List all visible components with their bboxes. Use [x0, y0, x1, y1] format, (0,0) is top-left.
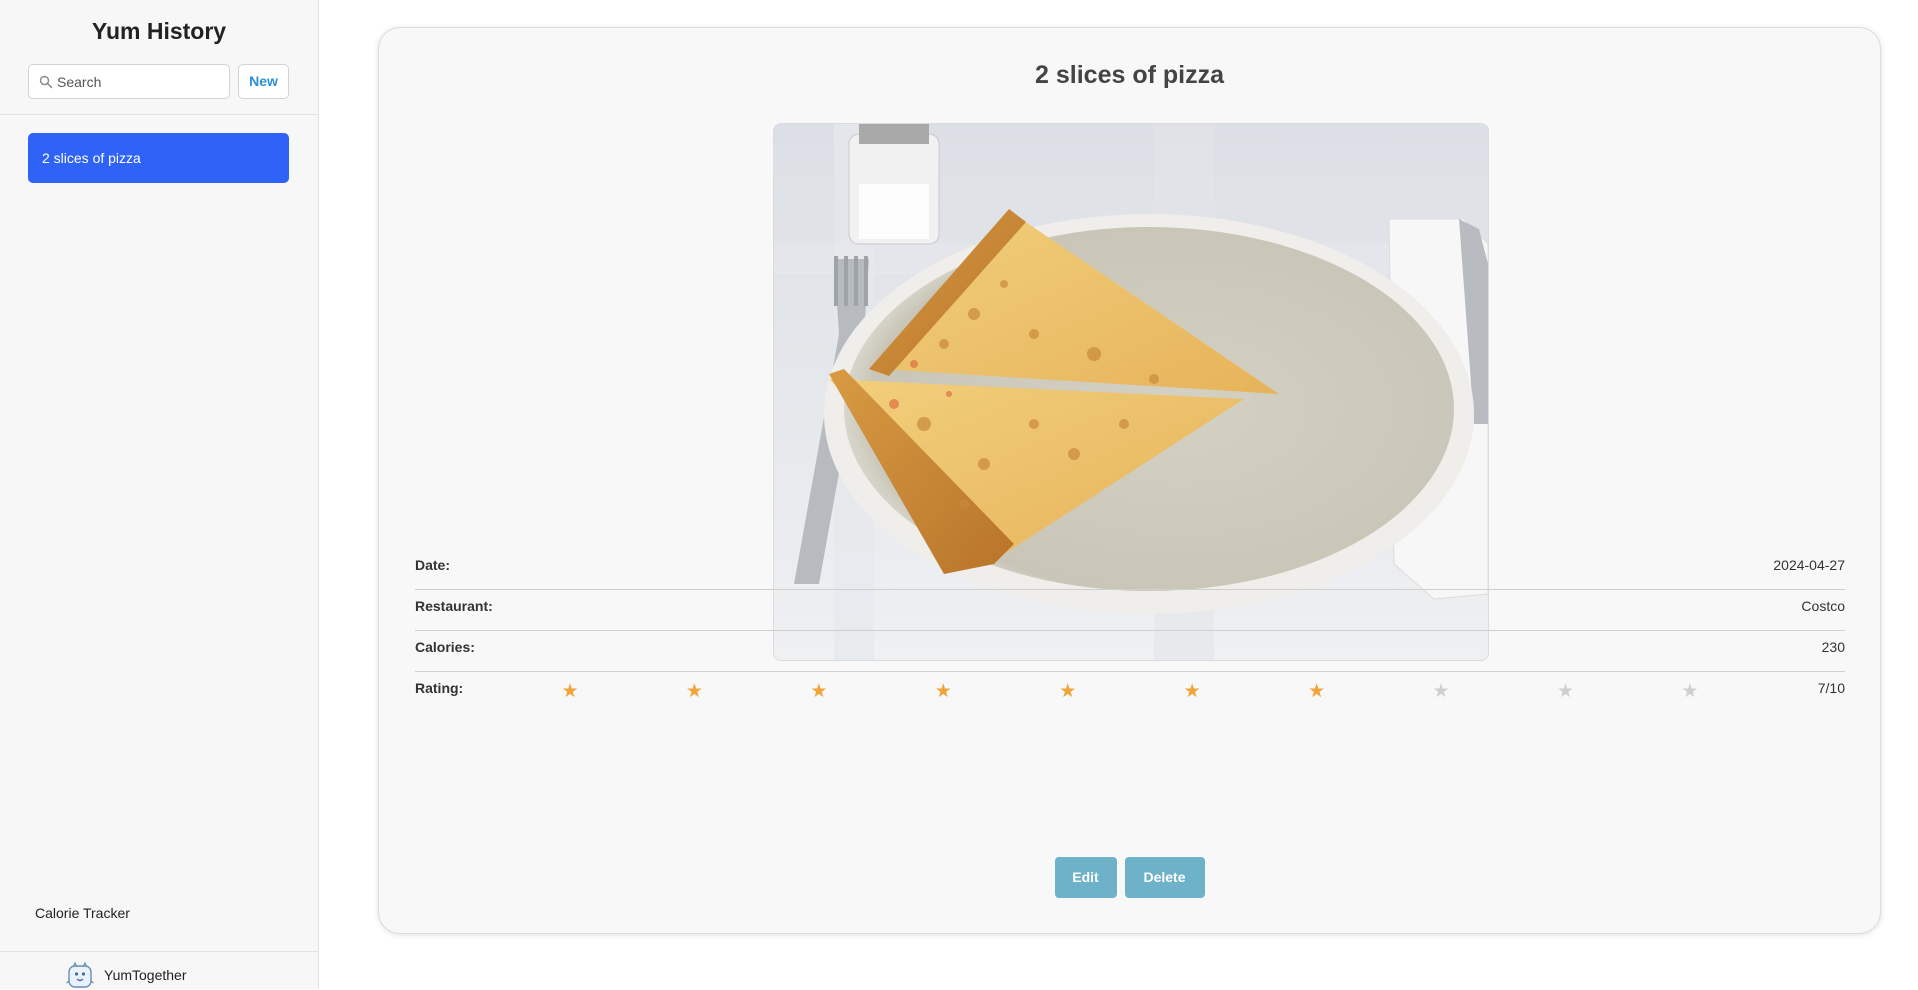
detail-row-restaurant: Restaurant: Costco — [415, 590, 1845, 631]
calories-label: Calories: — [415, 639, 475, 655]
star-icon: ★ — [1556, 681, 1575, 702]
yumtogether-logo-icon — [66, 961, 94, 988]
brand[interactable]: YumTogether — [66, 960, 187, 990]
rating-stars: ★ ★ ★ ★ ★ ★ ★ ★ ★ ★ — [555, 682, 1705, 702]
star-icon: ★ — [1059, 681, 1077, 702]
restaurant-value: Costco — [1801, 598, 1845, 614]
search-input[interactable] — [57, 65, 225, 98]
star-icon: ★ — [810, 681, 828, 702]
star-icon: ★ — [561, 681, 579, 702]
calories-value: 230 — [1821, 639, 1845, 655]
date-label: Date: — [415, 557, 451, 573]
delete-button[interactable]: Delete — [1124, 857, 1205, 898]
restaurant-label: Restaurant: — [415, 598, 493, 614]
star-icon: ★ — [1183, 681, 1201, 702]
star-icon: ★ — [1308, 681, 1326, 702]
sidebar: Yum History New 2 slices of pizza Calori… — [0, 0, 319, 989]
entry-card: 2 slices of pizza Date: 2024-04-27 Resta… — [378, 27, 1881, 934]
calorie-tracker-link[interactable]: Calorie Tracker — [35, 905, 130, 921]
detail-row-calories: Calories: 230 — [415, 631, 1845, 672]
rating-value: 7/10 — [1817, 680, 1845, 696]
new-button[interactable]: New — [238, 64, 289, 99]
star-icon: ★ — [685, 681, 703, 702]
sidebar-bottom-divider — [0, 951, 318, 952]
brand-name: YumTogether — [104, 967, 187, 983]
star-icon: ★ — [1432, 681, 1450, 702]
rating-label: Rating: — [415, 680, 464, 696]
sidebar-title: Yum History — [91, 18, 227, 44]
entry-actions: Edit Delete — [379, 857, 1880, 898]
search-box[interactable] — [28, 64, 230, 99]
star-icon: ★ — [1681, 681, 1699, 702]
search-icon — [39, 75, 53, 89]
star-icon: ★ — [934, 681, 952, 702]
sidebar-divider — [0, 114, 318, 115]
history-item-selected[interactable]: 2 slices of pizza — [28, 133, 289, 183]
date-value: 2024-04-27 — [1773, 557, 1845, 573]
entry-title: 2 slices of pizza — [1035, 61, 1224, 89]
detail-row-rating: Rating: ★ ★ ★ ★ ★ ★ ★ ★ ★ ★ 7/10 — [415, 672, 1845, 713]
edit-button[interactable]: Edit — [1054, 857, 1117, 898]
detail-row-date: Date: 2024-04-27 — [415, 549, 1845, 590]
